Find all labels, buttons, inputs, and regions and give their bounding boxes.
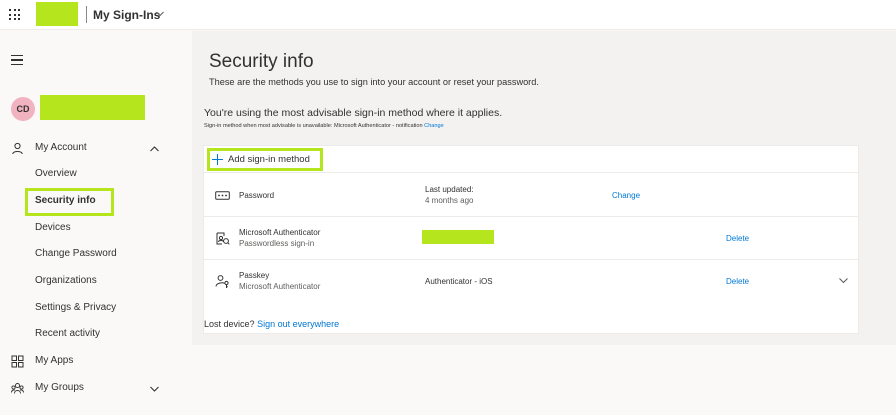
change-password-link[interactable]: Change [612,191,640,200]
waffle-icon[interactable] [9,9,20,20]
add-sign-in-method-button[interactable]: Add sign-in method [207,148,323,171]
divider [86,6,87,23]
method-row-passkey: Passkey Microsoft Authenticator Authenti… [204,260,858,303]
groups-icon [11,383,24,394]
top-bar: My Sign-Ins [0,0,896,30]
method-info-value: 4 months ago [425,196,474,205]
add-method-row: Add sign-in method [204,146,858,173]
method-info-label: Authenticator - iOS [425,277,493,286]
sidebar-item-label: Recent activity [35,328,101,339]
redacted-device-name [422,230,494,244]
sidebar-item-label: Change Password [35,248,117,259]
sidebar-item-label: Settings & Privacy [35,302,117,313]
apps-icon [11,355,24,368]
method-name: Microsoft Authenticator [239,228,321,237]
method-row-password: Password Last updated: 4 months ago Chan… [204,174,858,217]
selected-item-highlight [25,188,114,216]
redacted-user-name [40,95,145,120]
method-name: Passkey [239,271,270,280]
advisable-message: You're using the most advisable sign-in … [204,107,503,119]
redacted-logo [36,2,78,26]
method-info-label: Last updated: [425,185,474,194]
passkey-icon [215,275,229,288]
sign-out-everywhere-link[interactable]: Sign out everywhere [257,319,339,329]
page-description: These are the methods you use to sign in… [209,77,539,87]
lost-device-label: Lost device? [204,319,255,329]
main-content: Security info These are the methods you … [192,31,896,415]
chevron-down-icon[interactable] [838,276,849,285]
sidebar-item-label: My Groups [35,382,84,393]
sidebar-item-my-apps[interactable]: My Apps [0,350,192,374]
page-title: Security info [209,51,314,72]
delete-passkey-link[interactable]: Delete [726,277,749,286]
sidebar-item-label: Devices [35,222,71,233]
sidebar-item-recent-activity[interactable]: Recent activity [0,323,192,347]
change-default-link[interactable]: Change [424,123,444,129]
method-name: Password [239,191,275,200]
sidebar-item-my-groups[interactable]: My Groups [0,377,192,401]
avatar[interactable]: CD [11,97,35,121]
chevron-up-icon[interactable] [149,144,160,154]
method-row-authenticator: Microsoft Authenticator Passwordless sig… [204,217,858,260]
lost-device-text: Lost device? Sign out everywhere [204,319,339,329]
advisable-note: Sign-in method when most advisable is un… [204,123,444,129]
method-subtitle: Microsoft Authenticator [239,282,321,291]
sidebar-item-label: Organizations [35,275,97,286]
method-subtitle: Passwordless sign-in [239,239,315,248]
hamburger-icon[interactable] [11,55,23,65]
person-icon [12,142,23,155]
sidebar-item-overview[interactable]: Overview [0,163,192,187]
chevron-down-icon[interactable] [149,384,160,394]
sidebar-item-organizations[interactable]: Organizations [0,270,192,294]
sidebar-item-label: My Apps [35,355,74,366]
sidebar-item-devices[interactable]: Devices [0,217,192,241]
methods-card: Add sign-in method Password Last updated… [203,145,859,334]
sidebar-item-label: My Account [35,142,87,153]
sidebar-item-settings-privacy[interactable]: Settings & Privacy [0,297,192,321]
add-sign-in-method-label: Add sign-in method [228,154,310,165]
app-title[interactable]: My Sign-Ins [93,8,160,22]
authenticator-icon [216,232,230,245]
sidebar: CD My Account Overview Security info Dev… [0,31,192,415]
chevron-down-icon[interactable] [155,9,165,19]
delete-authenticator-link[interactable]: Delete [726,234,749,243]
advisable-note-text: Sign-in method when most advisable is un… [204,123,423,129]
plus-icon [212,154,223,165]
sidebar-item-change-password[interactable]: Change Password [0,243,192,267]
password-icon [215,191,230,200]
sidebar-item-my-account[interactable]: My Account [0,137,192,161]
sidebar-item-label: Overview [35,168,77,179]
